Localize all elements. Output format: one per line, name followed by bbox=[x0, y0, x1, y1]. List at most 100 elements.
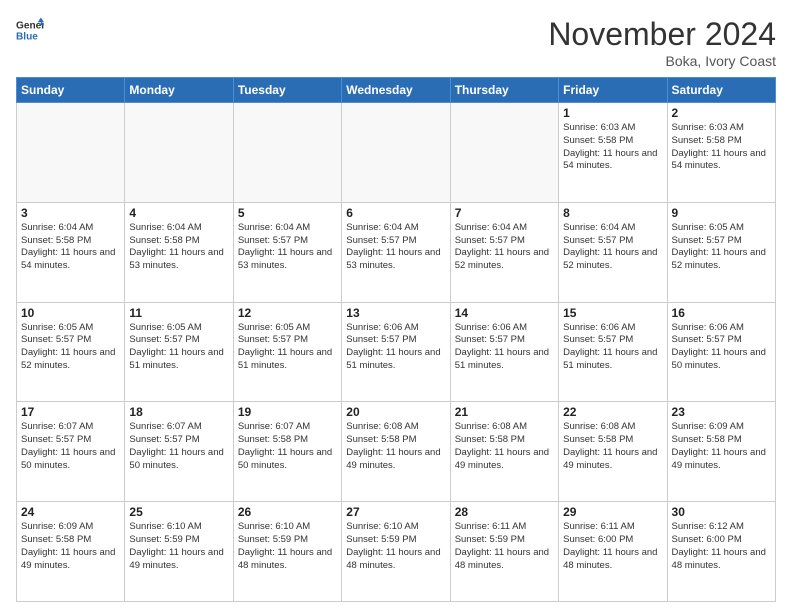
day-number: 3 bbox=[21, 206, 120, 220]
day-number: 28 bbox=[455, 505, 554, 519]
calendar-cell: 17Sunrise: 6:07 AM Sunset: 5:57 PM Dayli… bbox=[17, 402, 125, 502]
calendar-cell: 24 Sunrise: 6:09 AM Sunset: 5:58 PM Dayli… bbox=[17, 502, 125, 602]
day-info: Sunrise: 6:08 AM Sunset: 5:58 PM Dayligh… bbox=[346, 421, 445, 472]
day-info: Sunrise: 6:03 AM Sunset: 5:58 PM Dayligh… bbox=[563, 122, 662, 173]
day-info: Sunrise: 6:06 AM Sunset: 5:57 PM Dayligh… bbox=[346, 322, 445, 373]
day-number: 20 bbox=[346, 405, 445, 419]
calendar-week-row: 1Sunrise: 6:03 AM Sunset: 5:58 PM Daylig… bbox=[17, 103, 776, 203]
day-info: Sunrise: 6:04 AM Sunset: 5:58 PM Dayligh… bbox=[21, 222, 120, 273]
day-number: 19 bbox=[238, 405, 337, 419]
weekday-header-saturday: Saturday bbox=[667, 78, 775, 103]
day-info: Sunrise: 6:07 AM Sunset: 5:57 PM Dayligh… bbox=[129, 421, 228, 472]
logo-icon: General Blue bbox=[16, 16, 44, 44]
calendar-cell: 23Sunrise: 6:09 AM Sunset: 5:58 PM Dayli… bbox=[667, 402, 775, 502]
day-number: 10 bbox=[21, 306, 120, 320]
calendar-cell: 18 Sunrise: 6:07 AM Sunset: 5:57 PM Dayli… bbox=[125, 402, 233, 502]
calendar-cell bbox=[342, 103, 450, 203]
svg-text:Blue: Blue bbox=[16, 31, 38, 42]
day-number: 6 bbox=[346, 206, 445, 220]
calendar-cell: 25 Sunrise: 6:10 AM Sunset: 5:59 PM Dayli… bbox=[125, 502, 233, 602]
calendar-cell: 30 Sunrise: 6:12 AM Sunset: 6:00 PM Dayli… bbox=[667, 502, 775, 602]
calendar-cell: 7 Sunrise: 6:04 AM Sunset: 5:57 PM Daylig… bbox=[450, 202, 558, 302]
day-info: Sunrise: 6:11 AM Sunset: 5:59 PM Dayligh… bbox=[455, 521, 554, 572]
day-info: Sunrise: 6:06 AM Sunset: 5:57 PM Dayligh… bbox=[563, 322, 662, 373]
month-title: November 2024 bbox=[548, 16, 776, 53]
calendar-cell: 1Sunrise: 6:03 AM Sunset: 5:58 PM Daylig… bbox=[559, 103, 667, 203]
calendar-cell bbox=[17, 103, 125, 203]
day-info: Sunrise: 6:07 AM Sunset: 5:58 PM Dayligh… bbox=[238, 421, 337, 472]
logo: General Blue bbox=[16, 16, 44, 44]
calendar-cell: 20 Sunrise: 6:08 AM Sunset: 5:58 PM Dayli… bbox=[342, 402, 450, 502]
weekday-header-monday: Monday bbox=[125, 78, 233, 103]
day-number: 29 bbox=[563, 505, 662, 519]
day-info: Sunrise: 6:05 AM Sunset: 5:57 PM Dayligh… bbox=[21, 322, 120, 373]
day-info: Sunrise: 6:09 AM Sunset: 5:58 PM Dayligh… bbox=[21, 521, 120, 572]
day-info: Sunrise: 6:04 AM Sunset: 5:57 PM Dayligh… bbox=[238, 222, 337, 273]
day-info: Sunrise: 6:10 AM Sunset: 5:59 PM Dayligh… bbox=[238, 521, 337, 572]
weekday-header-tuesday: Tuesday bbox=[233, 78, 341, 103]
weekday-header-sunday: Sunday bbox=[17, 78, 125, 103]
calendar-cell bbox=[233, 103, 341, 203]
day-number: 23 bbox=[672, 405, 771, 419]
day-number: 12 bbox=[238, 306, 337, 320]
day-info: Sunrise: 6:10 AM Sunset: 5:59 PM Dayligh… bbox=[346, 521, 445, 572]
day-info: Sunrise: 6:03 AM Sunset: 5:58 PM Dayligh… bbox=[672, 122, 771, 173]
header: General Blue November 2024 Boka, Ivory C… bbox=[16, 16, 776, 69]
calendar-cell: 28 Sunrise: 6:11 AM Sunset: 5:59 PM Dayli… bbox=[450, 502, 558, 602]
weekday-header-wednesday: Wednesday bbox=[342, 78, 450, 103]
day-number: 25 bbox=[129, 505, 228, 519]
calendar-cell: 9Sunrise: 6:05 AM Sunset: 5:57 PM Daylig… bbox=[667, 202, 775, 302]
day-number: 16 bbox=[672, 306, 771, 320]
location: Boka, Ivory Coast bbox=[548, 53, 776, 69]
day-info: Sunrise: 6:06 AM Sunset: 5:57 PM Dayligh… bbox=[455, 322, 554, 373]
calendar-cell: 14 Sunrise: 6:06 AM Sunset: 5:57 PM Dayli… bbox=[450, 302, 558, 402]
day-number: 30 bbox=[672, 505, 771, 519]
calendar-week-row: 10 Sunrise: 6:05 AM Sunset: 5:57 PM Dayli… bbox=[17, 302, 776, 402]
weekday-header-thursday: Thursday bbox=[450, 78, 558, 103]
calendar-cell bbox=[125, 103, 233, 203]
calendar-table: SundayMondayTuesdayWednesdayThursdayFrid… bbox=[16, 77, 776, 602]
calendar-week-row: 24 Sunrise: 6:09 AM Sunset: 5:58 PM Dayli… bbox=[17, 502, 776, 602]
calendar-cell: 13Sunrise: 6:06 AM Sunset: 5:57 PM Dayli… bbox=[342, 302, 450, 402]
day-info: Sunrise: 6:05 AM Sunset: 5:57 PM Dayligh… bbox=[129, 322, 228, 373]
day-number: 14 bbox=[455, 306, 554, 320]
weekday-header-friday: Friday bbox=[559, 78, 667, 103]
day-info: Sunrise: 6:04 AM Sunset: 5:57 PM Dayligh… bbox=[455, 222, 554, 273]
day-number: 26 bbox=[238, 505, 337, 519]
calendar-cell: 21Sunrise: 6:08 AM Sunset: 5:58 PM Dayli… bbox=[450, 402, 558, 502]
day-info: Sunrise: 6:05 AM Sunset: 5:57 PM Dayligh… bbox=[238, 322, 337, 373]
day-number: 5 bbox=[238, 206, 337, 220]
day-number: 24 bbox=[21, 505, 120, 519]
calendar-cell: 27 Sunrise: 6:10 AM Sunset: 5:59 PM Dayli… bbox=[342, 502, 450, 602]
page: General Blue November 2024 Boka, Ivory C… bbox=[0, 0, 792, 612]
day-info: Sunrise: 6:06 AM Sunset: 5:57 PM Dayligh… bbox=[672, 322, 771, 373]
calendar-cell: 22 Sunrise: 6:08 AM Sunset: 5:58 PM Dayli… bbox=[559, 402, 667, 502]
calendar-cell: 15Sunrise: 6:06 AM Sunset: 5:57 PM Dayli… bbox=[559, 302, 667, 402]
title-block: November 2024 Boka, Ivory Coast bbox=[548, 16, 776, 69]
day-number: 22 bbox=[563, 405, 662, 419]
calendar-cell: 2 Sunrise: 6:03 AM Sunset: 5:58 PM Daylig… bbox=[667, 103, 775, 203]
calendar-cell: 12 Sunrise: 6:05 AM Sunset: 5:57 PM Dayli… bbox=[233, 302, 341, 402]
day-number: 2 bbox=[672, 106, 771, 120]
day-info: Sunrise: 6:10 AM Sunset: 5:59 PM Dayligh… bbox=[129, 521, 228, 572]
day-number: 18 bbox=[129, 405, 228, 419]
weekday-header-row: SundayMondayTuesdayWednesdayThursdayFrid… bbox=[17, 78, 776, 103]
day-number: 4 bbox=[129, 206, 228, 220]
day-info: Sunrise: 6:04 AM Sunset: 5:58 PM Dayligh… bbox=[129, 222, 228, 273]
day-info: Sunrise: 6:08 AM Sunset: 5:58 PM Dayligh… bbox=[455, 421, 554, 472]
calendar-cell: 3 Sunrise: 6:04 AM Sunset: 5:58 PM Daylig… bbox=[17, 202, 125, 302]
calendar-cell: 29Sunrise: 6:11 AM Sunset: 6:00 PM Dayli… bbox=[559, 502, 667, 602]
day-number: 8 bbox=[563, 206, 662, 220]
calendar-cell: 10 Sunrise: 6:05 AM Sunset: 5:57 PM Dayli… bbox=[17, 302, 125, 402]
day-number: 27 bbox=[346, 505, 445, 519]
calendar-cell: 8Sunrise: 6:04 AM Sunset: 5:57 PM Daylig… bbox=[559, 202, 667, 302]
day-info: Sunrise: 6:08 AM Sunset: 5:58 PM Dayligh… bbox=[563, 421, 662, 472]
day-info: Sunrise: 6:12 AM Sunset: 6:00 PM Dayligh… bbox=[672, 521, 771, 572]
day-number: 7 bbox=[455, 206, 554, 220]
calendar-cell: 6Sunrise: 6:04 AM Sunset: 5:57 PM Daylig… bbox=[342, 202, 450, 302]
day-info: Sunrise: 6:05 AM Sunset: 5:57 PM Dayligh… bbox=[672, 222, 771, 273]
calendar-cell: 5 Sunrise: 6:04 AM Sunset: 5:57 PM Daylig… bbox=[233, 202, 341, 302]
calendar-cell bbox=[450, 103, 558, 203]
calendar-cell: 4 Sunrise: 6:04 AM Sunset: 5:58 PM Daylig… bbox=[125, 202, 233, 302]
calendar-cell: 19 Sunrise: 6:07 AM Sunset: 5:58 PM Dayli… bbox=[233, 402, 341, 502]
